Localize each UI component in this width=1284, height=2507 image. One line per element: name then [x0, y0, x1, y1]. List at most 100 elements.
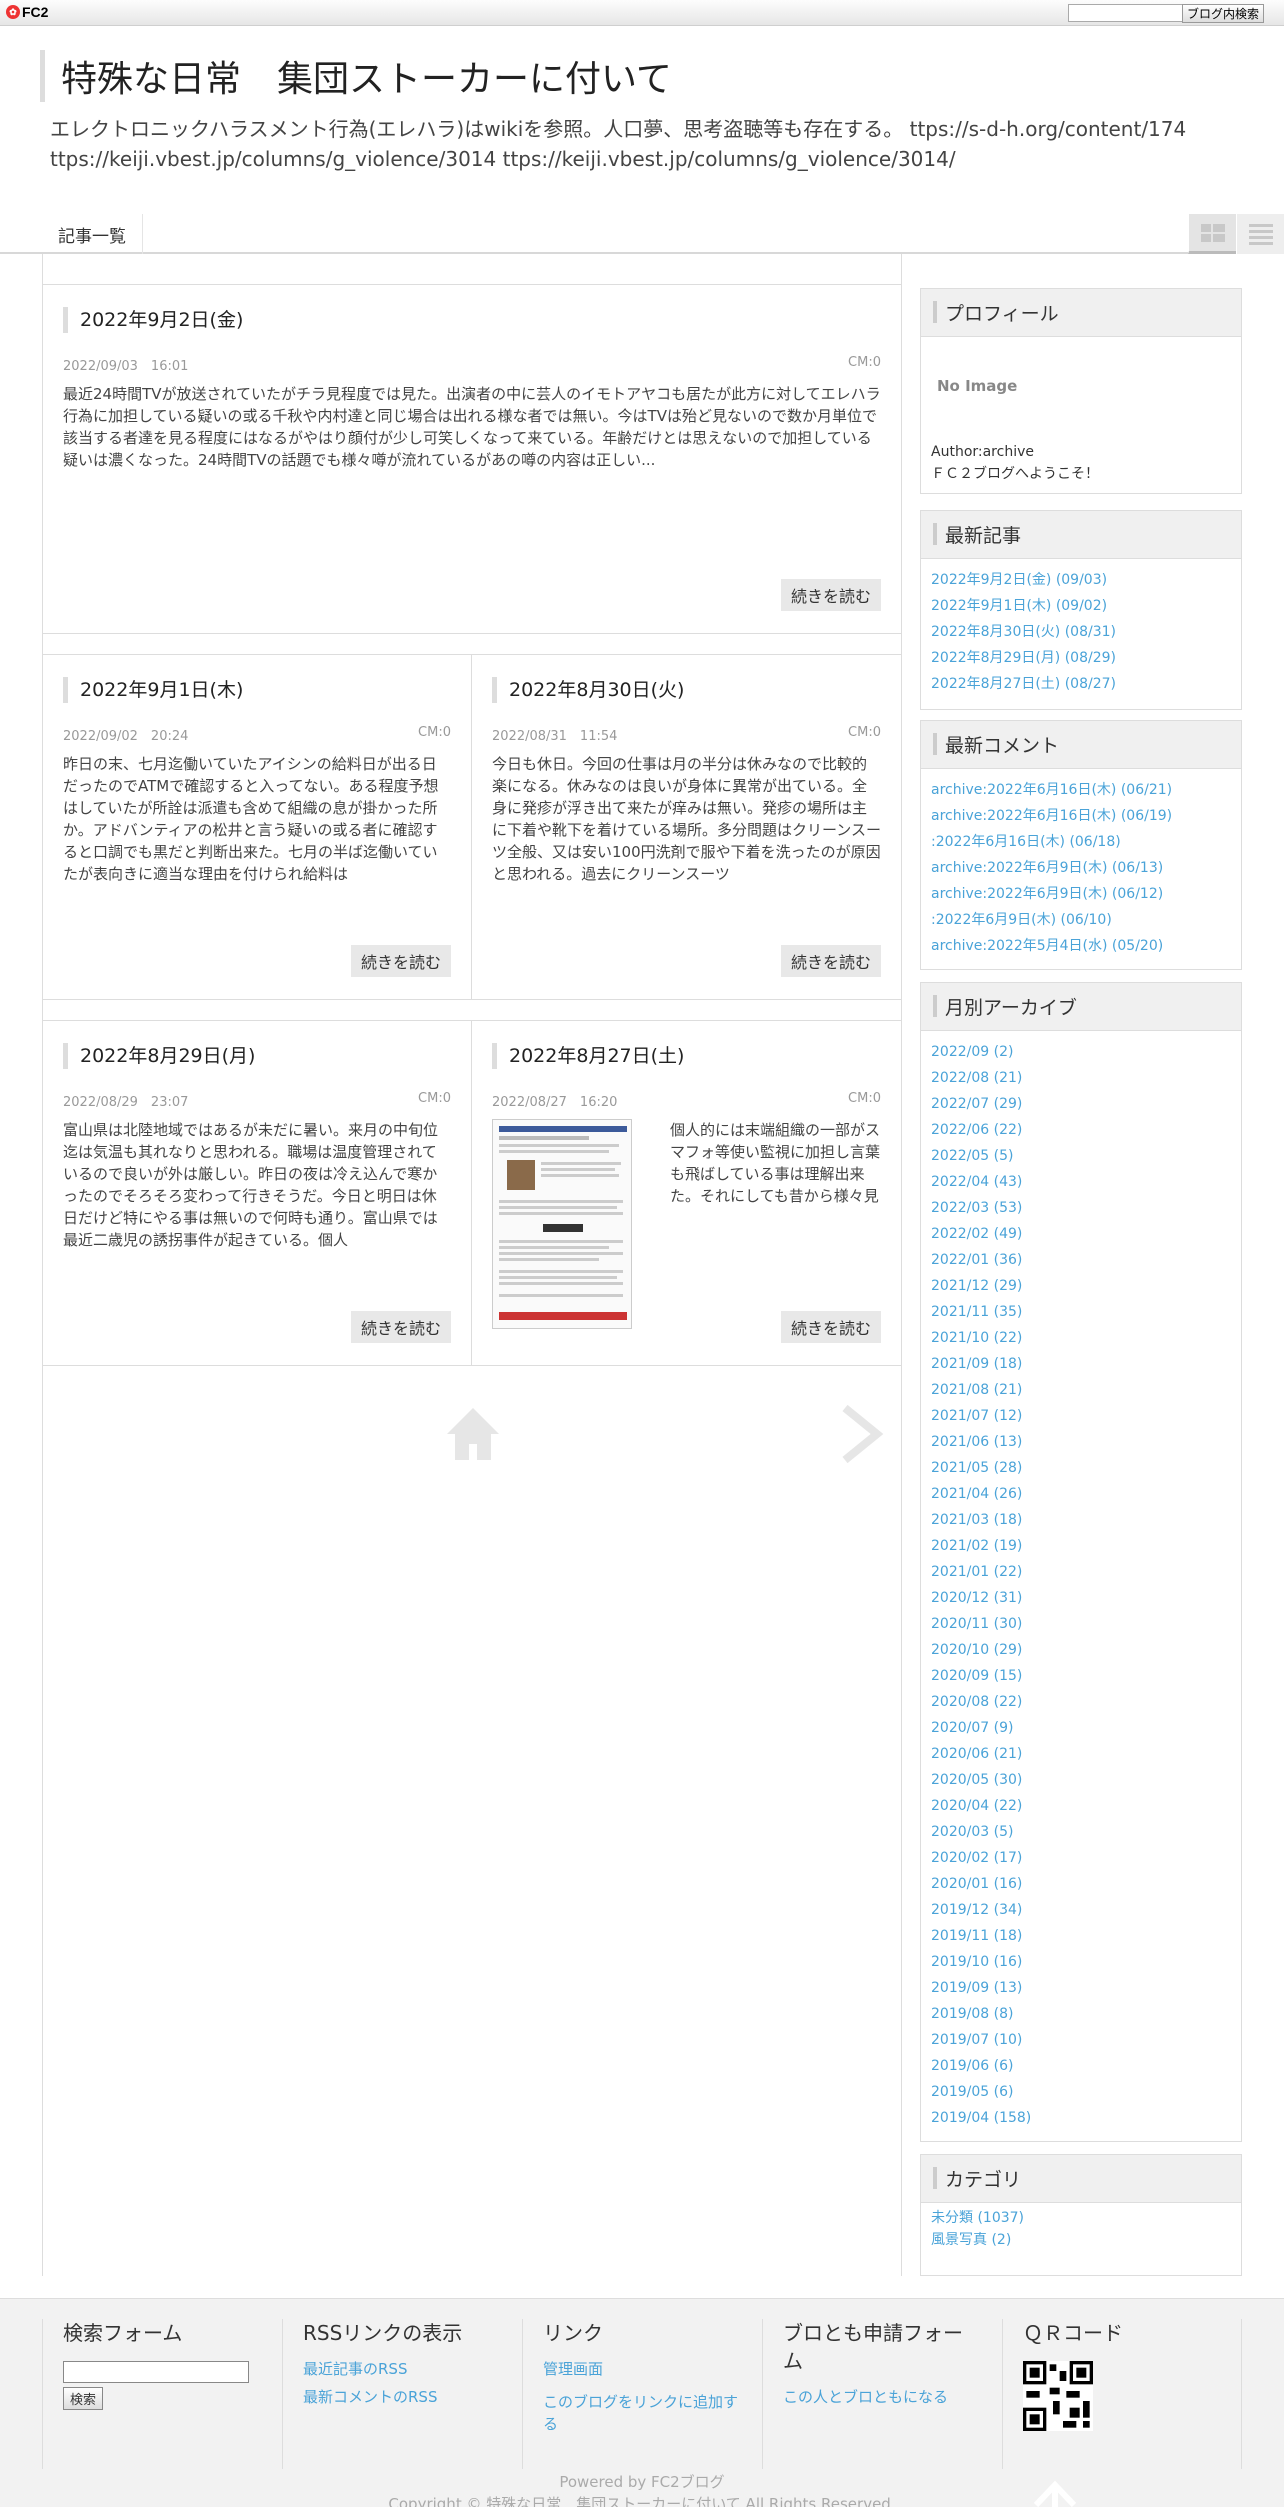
tab-article-list[interactable]: 記事一覧: [42, 214, 143, 254]
footer-links-heading: リンク: [543, 2321, 603, 2345]
monthly-archive-link[interactable]: 2022/02 (49): [931, 1226, 1022, 1242]
recent-comment-link[interactable]: archive:2022年6月9日(木) (06/13): [931, 860, 1163, 876]
monthly-archive-link[interactable]: 2020/12 (31): [931, 1590, 1022, 1606]
article-title[interactable]: 2022年9月2日(金): [63, 307, 243, 333]
monthly-archive-link[interactable]: 2022/07 (29): [931, 1096, 1022, 1112]
monthly-archive-link[interactable]: 2021/02 (19): [931, 1538, 1022, 1554]
monthly-archive-link[interactable]: 2021/07 (12): [931, 1408, 1022, 1424]
monthly-archive-link[interactable]: 2022/09 (2): [931, 1044, 1013, 1060]
recent-comment-link[interactable]: archive:2022年5月4日(水) (05/20): [931, 938, 1163, 954]
comment-count[interactable]: CM:0: [418, 1091, 451, 1106]
article-title[interactable]: 2022年8月30日(火): [492, 677, 684, 703]
monthly-archive-link[interactable]: 2020/02 (17): [931, 1850, 1022, 1866]
monthly-archive-link[interactable]: 2022/08 (21): [931, 1070, 1022, 1086]
monthly-archive-link[interactable]: 2020/05 (30): [931, 1772, 1022, 1788]
footer-rss-heading: RSSリンクの表示: [303, 2321, 463, 2345]
monthly-archive-link[interactable]: 2020/01 (16): [931, 1876, 1022, 1892]
monthly-archive-link[interactable]: 2020/03 (5): [931, 1824, 1013, 1840]
monthly-archive-link[interactable]: 2019/09 (13): [931, 1980, 1022, 1996]
comment-count[interactable]: CM:0: [848, 1091, 881, 1106]
category-link[interactable]: 風景写真 (2): [931, 2232, 1011, 2248]
monthly-archive-link[interactable]: 2021/09 (18): [931, 1356, 1022, 1372]
monthly-archive-link[interactable]: 2020/10 (29): [931, 1642, 1022, 1658]
recent-post-link[interactable]: 2022年9月2日(金) (09/03): [931, 572, 1107, 588]
monthly-archive-link[interactable]: 2019/05 (6): [931, 2084, 1013, 2100]
site-title[interactable]: 特殊な日常 集団ストーカーに付いて: [40, 50, 672, 102]
back-to-top-icon[interactable]: [1030, 2475, 1080, 2507]
read-more-button[interactable]: 続きを読む: [780, 579, 881, 611]
monthly-archive-link[interactable]: 2019/10 (16): [931, 1954, 1022, 1970]
monthly-archive-link[interactable]: 2020/04 (22): [931, 1798, 1022, 1814]
fc2-logo[interactable]: ✿ FC2: [6, 4, 48, 20]
profile-author: Author:archive: [931, 444, 1034, 460]
comment-count[interactable]: CM:0: [848, 725, 881, 740]
monthly-archive-link[interactable]: 2022/04 (43): [931, 1174, 1022, 1190]
monthly-archive-link[interactable]: 2021/05 (28): [931, 1460, 1022, 1476]
monthly-archive-link[interactable]: 2020/07 (9): [931, 1720, 1013, 1736]
footer: 検索フォーム 検索 RSSリンクの表示 最近記事のRSS 最新コメントのRSS …: [0, 2298, 1284, 2507]
monthly-archive-link[interactable]: 2022/05 (5): [931, 1148, 1013, 1164]
footer-qr-heading: ＱＲコード: [1023, 2321, 1123, 2345]
monthly-archive-link[interactable]: 2020/11 (30): [931, 1616, 1022, 1632]
recent-post-link[interactable]: 2022年8月27日(土) (08/27): [931, 676, 1116, 692]
rss-comments-link[interactable]: 最新コメントのRSS: [303, 2385, 522, 2409]
article-title[interactable]: 2022年8月27日(土): [492, 1043, 684, 1069]
powered-by[interactable]: Powered by FC2ブログ: [0, 2471, 1284, 2492]
add-link-link[interactable]: このブログをリンクに追加する: [543, 2391, 743, 2435]
recent-post-link[interactable]: 2022年8月30日(火) (08/31): [931, 624, 1116, 640]
monthly-archive-link[interactable]: 2021/11 (35): [931, 1304, 1022, 1320]
admin-link[interactable]: 管理画面: [543, 2357, 762, 2381]
monthly-archive-link[interactable]: 2021/10 (22): [931, 1330, 1022, 1346]
monthly-archive-link[interactable]: 2021/12 (29): [931, 1278, 1022, 1294]
recent-comment-link[interactable]: :2022年6月16日(木) (06/18): [931, 834, 1121, 850]
monthly-archive-link[interactable]: 2021/04 (26): [931, 1486, 1022, 1502]
monthly-archive-link[interactable]: 2020/06 (21): [931, 1746, 1022, 1762]
monthly-archive-link[interactable]: 2021/01 (22): [931, 1564, 1022, 1580]
recent-posts-box: 最新記事 2022年9月2日(金) (09/03) 2022年9月1日(木) (…: [920, 510, 1242, 710]
comment-count[interactable]: CM:0: [848, 355, 881, 370]
monthly-archive-link[interactable]: 2019/12 (34): [931, 1902, 1022, 1918]
rss-posts-link[interactable]: 最近記事のRSS: [303, 2357, 522, 2381]
read-more-button[interactable]: 続きを読む: [350, 945, 451, 977]
friend-request-link[interactable]: この人とブロともになる: [783, 2385, 1002, 2409]
read-more-button[interactable]: 続きを読む: [350, 1311, 451, 1343]
monthly-archive-link[interactable]: 2020/08 (22): [931, 1694, 1022, 1710]
recent-posts-heading: 最新記事: [921, 510, 1241, 559]
home-icon[interactable]: [443, 1404, 503, 1464]
category-link[interactable]: 未分類 (1037): [931, 2210, 1024, 2226]
article-thumbnail[interactable]: [492, 1119, 632, 1329]
recent-comment-link[interactable]: archive:2022年6月16日(木) (06/21): [931, 782, 1172, 798]
monthly-archive-link[interactable]: 2019/06 (6): [931, 2058, 1013, 2074]
footer-friend-heading: ブロとも申請フォーム: [783, 2321, 963, 2373]
list-view-icon[interactable]: [1236, 214, 1284, 254]
article-excerpt: 今日も休日。今回の仕事は月の半分は休みなので比較的楽になる。休みなのは良いが身体…: [492, 755, 881, 883]
next-page-icon[interactable]: [833, 1404, 893, 1464]
recent-comment-link[interactable]: archive:2022年6月16日(木) (06/19): [931, 808, 1172, 824]
recent-post-link[interactable]: 2022年9月1日(木) (09/02): [931, 598, 1107, 614]
article-title[interactable]: 2022年9月1日(木): [63, 677, 243, 703]
recent-post-link[interactable]: 2022年8月29日(月) (08/29): [931, 650, 1116, 666]
monthly-archive-link[interactable]: 2021/06 (13): [931, 1434, 1022, 1450]
monthly-archive-link[interactable]: 2019/11 (18): [931, 1928, 1022, 1944]
read-more-button[interactable]: 続きを読む: [780, 1311, 881, 1343]
monthly-archive-link[interactable]: 2022/01 (36): [931, 1252, 1022, 1268]
monthly-archive-link[interactable]: 2019/07 (10): [931, 2032, 1022, 2048]
grid-view-icon[interactable]: [1188, 214, 1236, 254]
footer-search-input[interactable]: [63, 2361, 249, 2383]
footer-search-button[interactable]: 検索: [63, 2387, 104, 2410]
monthly-archive-link[interactable]: 2022/06 (22): [931, 1122, 1022, 1138]
article-card: 2022年9月2日(金) 2022/09/03 16:01 CM:0 最近24時…: [43, 284, 901, 634]
recent-comment-link[interactable]: :2022年6月9日(木) (06/10): [931, 912, 1112, 928]
read-more-button[interactable]: 続きを読む: [780, 945, 881, 977]
monthly-archive-link[interactable]: 2020/09 (15): [931, 1668, 1022, 1684]
monthly-archive-link[interactable]: 2019/04 (158): [931, 2110, 1031, 2126]
category-box: カテゴリ 未分類 (1037) 風景写真 (2): [920, 2154, 1242, 2276]
monthly-archive-link[interactable]: 2021/03 (18): [931, 1512, 1022, 1528]
recent-comment-link[interactable]: archive:2022年6月9日(木) (06/12): [931, 886, 1163, 902]
monthly-archive-link[interactable]: 2021/08 (21): [931, 1382, 1022, 1398]
blog-search-button[interactable]: ブログ内検索: [1181, 4, 1264, 23]
article-title[interactable]: 2022年8月29日(月): [63, 1043, 255, 1069]
comment-count[interactable]: CM:0: [418, 725, 451, 740]
monthly-archive-link[interactable]: 2022/03 (53): [931, 1200, 1022, 1216]
monthly-archive-link[interactable]: 2019/08 (8): [931, 2006, 1013, 2022]
